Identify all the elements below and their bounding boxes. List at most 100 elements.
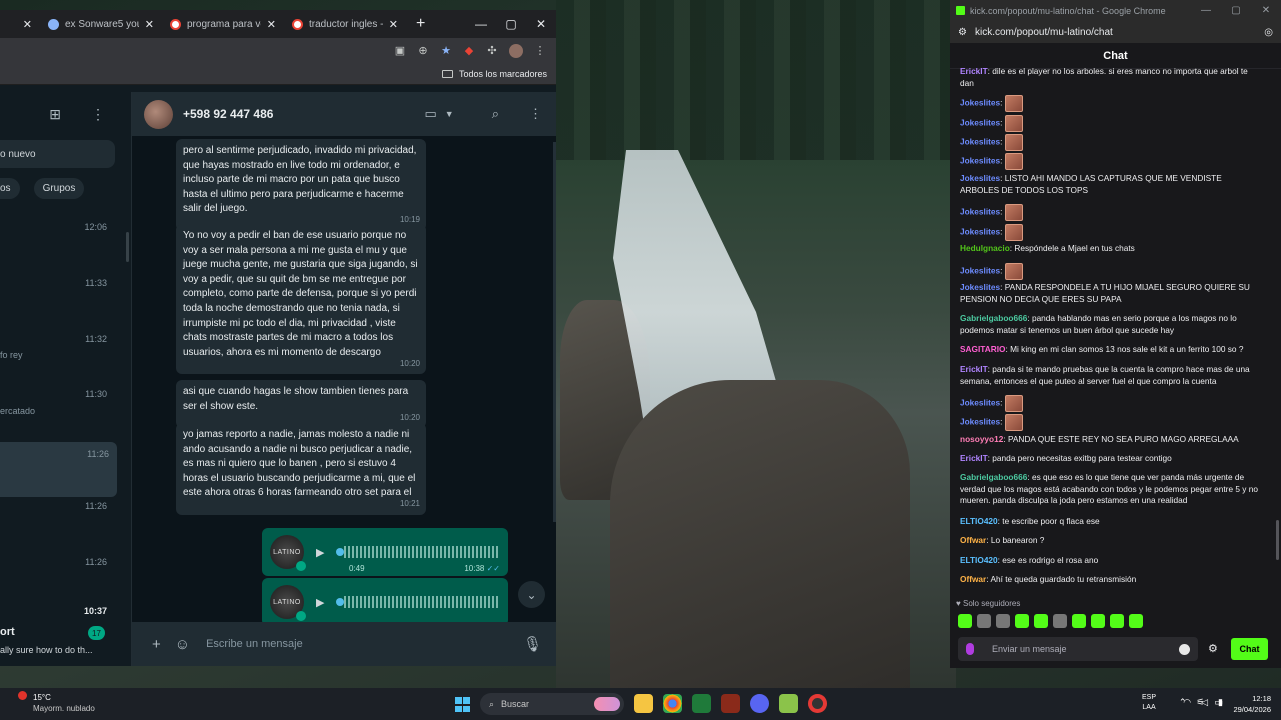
chat-username[interactable]: Jokeslites [960, 417, 1000, 427]
emote-icon[interactable] [1110, 614, 1124, 628]
emote-icon[interactable] [1034, 614, 1048, 628]
emoji-icon[interactable] [1179, 643, 1190, 655]
chat-username[interactable]: ErickIT [960, 364, 988, 374]
send-chat-button[interactable]: Chat [1231, 638, 1268, 660]
chat-message[interactable]: Offwar: Lo banearon ? [960, 535, 1260, 547]
browser-tab[interactable]: traductor ingles - Bu ✕ [284, 10, 406, 38]
menu-dots-icon[interactable]: ⋮ [534, 45, 546, 57]
scrollbar[interactable] [553, 142, 556, 522]
close-tab-icon[interactable]: ✕ [389, 18, 398, 31]
chat-message[interactable]: Jokeslites: [960, 115, 1260, 132]
close-window-icon[interactable]: ✕ [1251, 5, 1281, 16]
file-explorer-icon[interactable] [634, 694, 653, 713]
chat-username[interactable]: Jokeslites [960, 156, 1000, 166]
chat-username[interactable]: Offwar [960, 535, 986, 545]
chat-name[interactable]: ort [0, 626, 15, 638]
incoming-message[interactable]: yo jamas reporto a nadie, jamas molesto … [176, 423, 426, 515]
extension-red-icon[interactable]: ◆ [463, 45, 475, 57]
windows-start-icon[interactable] [455, 697, 470, 712]
battery-icon[interactable]: ▮ [1218, 697, 1223, 708]
wifi-icon[interactable]: ◠ [1183, 697, 1191, 708]
chat-row-selected[interactable]: 11:26 [0, 442, 117, 497]
chat-message[interactable]: Jokeslites: [960, 204, 1260, 221]
attach-plus-icon[interactable]: + [152, 636, 161, 653]
video-call-button[interactable]: ▭ ▼ [415, 102, 464, 126]
all-bookmarks-link[interactable]: Todos los marcadores [459, 69, 547, 79]
chat-message[interactable]: SAGITARIO: Mi king en mi clan somos 13 n… [960, 344, 1260, 356]
volume-icon[interactable]: ◁ [1201, 697, 1208, 708]
search-icon[interactable]: ⌕ [492, 106, 499, 122]
incoming-message[interactable]: Yo no voy a pedir el ban de ese usuario … [176, 224, 426, 375]
chat-message[interactable]: Jokeslites: [960, 263, 1260, 280]
chat-username[interactable]: SAGITARIO [960, 344, 1005, 354]
browser-tab[interactable]: ex Sonware5 youte m ✕ [40, 10, 162, 38]
close-tab-icon[interactable]: ✕ [23, 18, 32, 31]
chat-username[interactable]: Jokeslites [960, 118, 1000, 128]
emote-icon[interactable] [1053, 614, 1067, 628]
scroll-to-bottom-button[interactable]: ⌄ [518, 581, 545, 608]
chat-username[interactable]: Gabrielgaboo666 [960, 313, 1027, 323]
discord-icon[interactable] [750, 694, 769, 713]
close-window-icon[interactable]: ✕ [526, 10, 556, 38]
chat-message[interactable]: Jokeslites: PANDA RESPONDELE A TU HIJO M… [960, 282, 1260, 305]
chat-message[interactable]: Jokeslites: [960, 414, 1260, 431]
browser-tab[interactable]: ✕ [0, 10, 40, 38]
emote-icon[interactable] [958, 614, 972, 628]
new-tab-icon[interactable]: + [406, 15, 435, 33]
recording-app-icon[interactable] [808, 694, 827, 713]
extensions-puzzle-icon[interactable]: ✣ [486, 45, 498, 57]
search-input[interactable]: o nuevo [0, 140, 115, 168]
waveform[interactable] [344, 596, 500, 608]
chat-username[interactable]: Jokeslites [960, 98, 1000, 108]
chat-username[interactable]: ELTIO420 [960, 555, 998, 565]
clock[interactable]: 12:18 29/04/2026 [1233, 693, 1271, 715]
chat-message[interactable]: ErickIT: dile es el player no los arbole… [960, 66, 1260, 89]
browser-tab[interactable]: programa para ver si ✕ [162, 10, 284, 38]
maximize-icon[interactable]: ▢ [496, 10, 526, 38]
chat-username[interactable]: ErickIT [960, 66, 988, 76]
contact-avatar[interactable] [144, 99, 173, 129]
voice-note-message[interactable]: LATINO ▶ [262, 578, 508, 622]
chat-username[interactable]: Jokeslites [960, 266, 1000, 276]
waveform[interactable] [344, 546, 500, 558]
chat-message[interactable]: nosoyyo12: PANDA QUE ESTE REY NO SEA PUR… [960, 434, 1260, 446]
chat-username[interactable]: ErickIT [960, 453, 988, 463]
bookmark-star-icon[interactable]: ★ [440, 45, 452, 57]
chat-username[interactable]: Jokeslites [960, 227, 1000, 237]
chat-message[interactable]: ErickIT: panda si te mando pruebas que l… [960, 364, 1260, 387]
new-chat-icon[interactable]: ⊞ [49, 106, 61, 123]
chat-message[interactable]: Gabrielgaboo666: panda hablando mas en s… [960, 313, 1260, 336]
waveform-handle[interactable] [336, 598, 345, 606]
chat-message[interactable]: Offwar: Ahí te queda guardado tu retrans… [960, 574, 1260, 586]
filter-chip-groups[interactable]: Grupos [33, 178, 85, 199]
chat-message[interactable]: Jokeslites: [960, 134, 1260, 151]
incoming-message[interactable]: asi que cuando hagas le show tambien tie… [176, 380, 426, 429]
chat-username[interactable]: ELTIO420 [960, 516, 998, 526]
chat-username[interactable]: Jokeslites [960, 173, 1000, 183]
chat-message[interactable]: Hedulgnacio: Respóndele a Mjael en tus c… [960, 243, 1260, 255]
minimize-icon[interactable]: — [1191, 5, 1221, 16]
menu-dots-icon[interactable]: ⋮ [91, 106, 105, 123]
minimize-icon[interactable]: — [466, 10, 496, 38]
chat-message[interactable]: Jokeslites: LISTO AHI MANDO LAS CAPTURAS… [960, 173, 1260, 196]
voice-note-message[interactable]: LATINO ▶ 0:49 10:38 ✓✓ [262, 528, 508, 576]
emote-icon[interactable] [996, 614, 1010, 628]
site-info-icon[interactable]: ⚙ [958, 27, 967, 38]
maximize-icon[interactable]: ▢ [1221, 5, 1251, 16]
microphone-icon[interactable] [966, 643, 974, 655]
scrollbar[interactable] [1276, 520, 1279, 560]
chat-input[interactable]: Enviar un mensaje [958, 637, 1198, 661]
contact-name[interactable]: +598 92 447 486 [183, 107, 405, 121]
emoji-icon[interactable]: ☺ [175, 636, 190, 653]
zoom-icon[interactable]: ⊕ [417, 45, 429, 57]
chat-username[interactable]: Jokeslites [960, 398, 1000, 408]
excel-icon[interactable] [692, 694, 711, 713]
chat-username[interactable]: Gabrielgaboo666 [960, 472, 1027, 482]
waveform-handle[interactable] [336, 548, 345, 556]
close-tab-icon[interactable]: ✕ [145, 18, 154, 31]
taskbar-search[interactable]: ⌕ Buscar [480, 693, 624, 715]
profile-avatar-icon[interactable] [509, 43, 523, 58]
chat-message[interactable]: ELTIO420: ese es rodrigo el rosa ano [960, 555, 1260, 567]
close-tab-icon[interactable]: ✕ [267, 18, 276, 31]
chat-username[interactable]: Jokeslites [960, 282, 1000, 292]
